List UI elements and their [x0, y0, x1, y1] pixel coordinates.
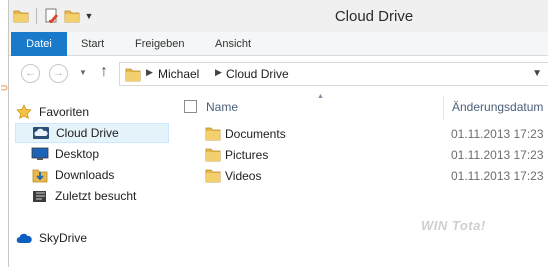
list-item[interactable]: Documents 01.11.2013 17:23: [203, 124, 548, 144]
sidebar-item-label: Desktop: [55, 147, 100, 161]
watermark-logo: WIN Tota!: [421, 218, 486, 233]
sidebar-item-label: Downloads: [55, 168, 115, 182]
recent-locations-dropdown-icon[interactable]: ▼: [79, 68, 87, 77]
breadcrumb-cloud-drive[interactable]: Cloud Drive: [226, 67, 289, 81]
column-header-modified[interactable]: Änderungsdatum: [452, 96, 543, 118]
sidebar-item-desktop[interactable]: Desktop: [15, 144, 169, 164]
file-name: Documents: [225, 127, 286, 141]
sidebar-item-favoriten[interactable]: Favoriten: [15, 102, 169, 122]
recent-places-icon: [31, 188, 49, 204]
title-bar: ▼ Cloud Drive: [9, 0, 548, 32]
sort-ascending-icon: ▲: [317, 93, 324, 100]
arrow-right-icon: →: [53, 67, 64, 79]
arrow-left-icon: ←: [25, 67, 36, 79]
tab-freigeben[interactable]: Freigeben: [127, 32, 193, 56]
navigation-bar: ← → ▼ ↑ ▶ Michael ▶ Cloud Drive ▼: [9, 56, 548, 92]
navigation-pane: Favoriten Cloud Drive Desktop Downloads: [9, 92, 173, 267]
sidebar-item-label: Zuletzt besucht: [55, 189, 137, 203]
sidebar-item-label: Favoriten: [39, 105, 90, 119]
star-icon: [15, 104, 33, 120]
folder-icon: [205, 169, 221, 186]
file-name: Videos: [225, 169, 262, 183]
forward-button[interactable]: →: [49, 64, 68, 83]
chevron-down-icon[interactable]: ▼: [532, 68, 542, 79]
file-name: Pictures: [225, 148, 269, 162]
explorer-window: ▼ Cloud Drive Datei Start Freigeben Ansi…: [8, 0, 548, 267]
list-item[interactable]: Pictures 01.11.2013 17:23: [203, 145, 548, 165]
address-bar[interactable]: ▶ Michael ▶ Cloud Drive ▼: [119, 62, 548, 86]
file-date: 01.11.2013 17:23: [451, 148, 544, 162]
breadcrumb-separator-icon[interactable]: ▶: [215, 67, 222, 78]
sidebar-item-label: Cloud Drive: [56, 126, 119, 140]
select-all-checkbox[interactable]: [184, 100, 197, 113]
column-header-name[interactable]: Name: [206, 96, 238, 118]
file-list: Name ▲ Änderungsdatum Documents 01.11.20…: [173, 92, 548, 267]
up-arrow-icon[interactable]: ↑: [100, 63, 108, 81]
column-divider[interactable]: [443, 96, 444, 120]
breadcrumb-separator-icon[interactable]: ▶: [146, 67, 153, 78]
sidebar-item-downloads[interactable]: Downloads: [15, 165, 169, 185]
breadcrumb-michael[interactable]: Michael: [158, 67, 199, 81]
desktop-icon: [31, 146, 49, 162]
folder-icon: [205, 148, 221, 165]
list-item[interactable]: Videos 01.11.2013 17:23: [203, 166, 548, 186]
sidebar-item-zuletzt-besucht[interactable]: Zuletzt besucht: [15, 186, 169, 206]
folder-icon: [205, 127, 221, 144]
ribbon-tabs: Datei Start Freigeben Ansicht: [9, 32, 548, 56]
sidebar-item-skydrive[interactable]: SkyDrive: [15, 228, 169, 248]
sidebar-item-label: SkyDrive: [39, 231, 88, 245]
downloads-icon: [31, 167, 49, 183]
window-title: Cloud Drive: [334, 8, 414, 25]
tab-start[interactable]: Start: [73, 32, 112, 56]
sidebar-item-cloud-drive[interactable]: Cloud Drive: [15, 123, 169, 143]
skydrive-icon: [15, 230, 33, 246]
file-date: 01.11.2013 17:23: [451, 127, 544, 141]
tab-ansicht[interactable]: Ansicht: [207, 32, 259, 56]
address-folder-icon: [125, 67, 141, 85]
tab-datei[interactable]: Datei: [11, 32, 67, 56]
cloud-drive-icon: [32, 125, 50, 141]
edge-glyph: ⊃: [0, 83, 9, 94]
back-button[interactable]: ←: [21, 64, 40, 83]
file-date: 01.11.2013 17:23: [451, 169, 544, 183]
